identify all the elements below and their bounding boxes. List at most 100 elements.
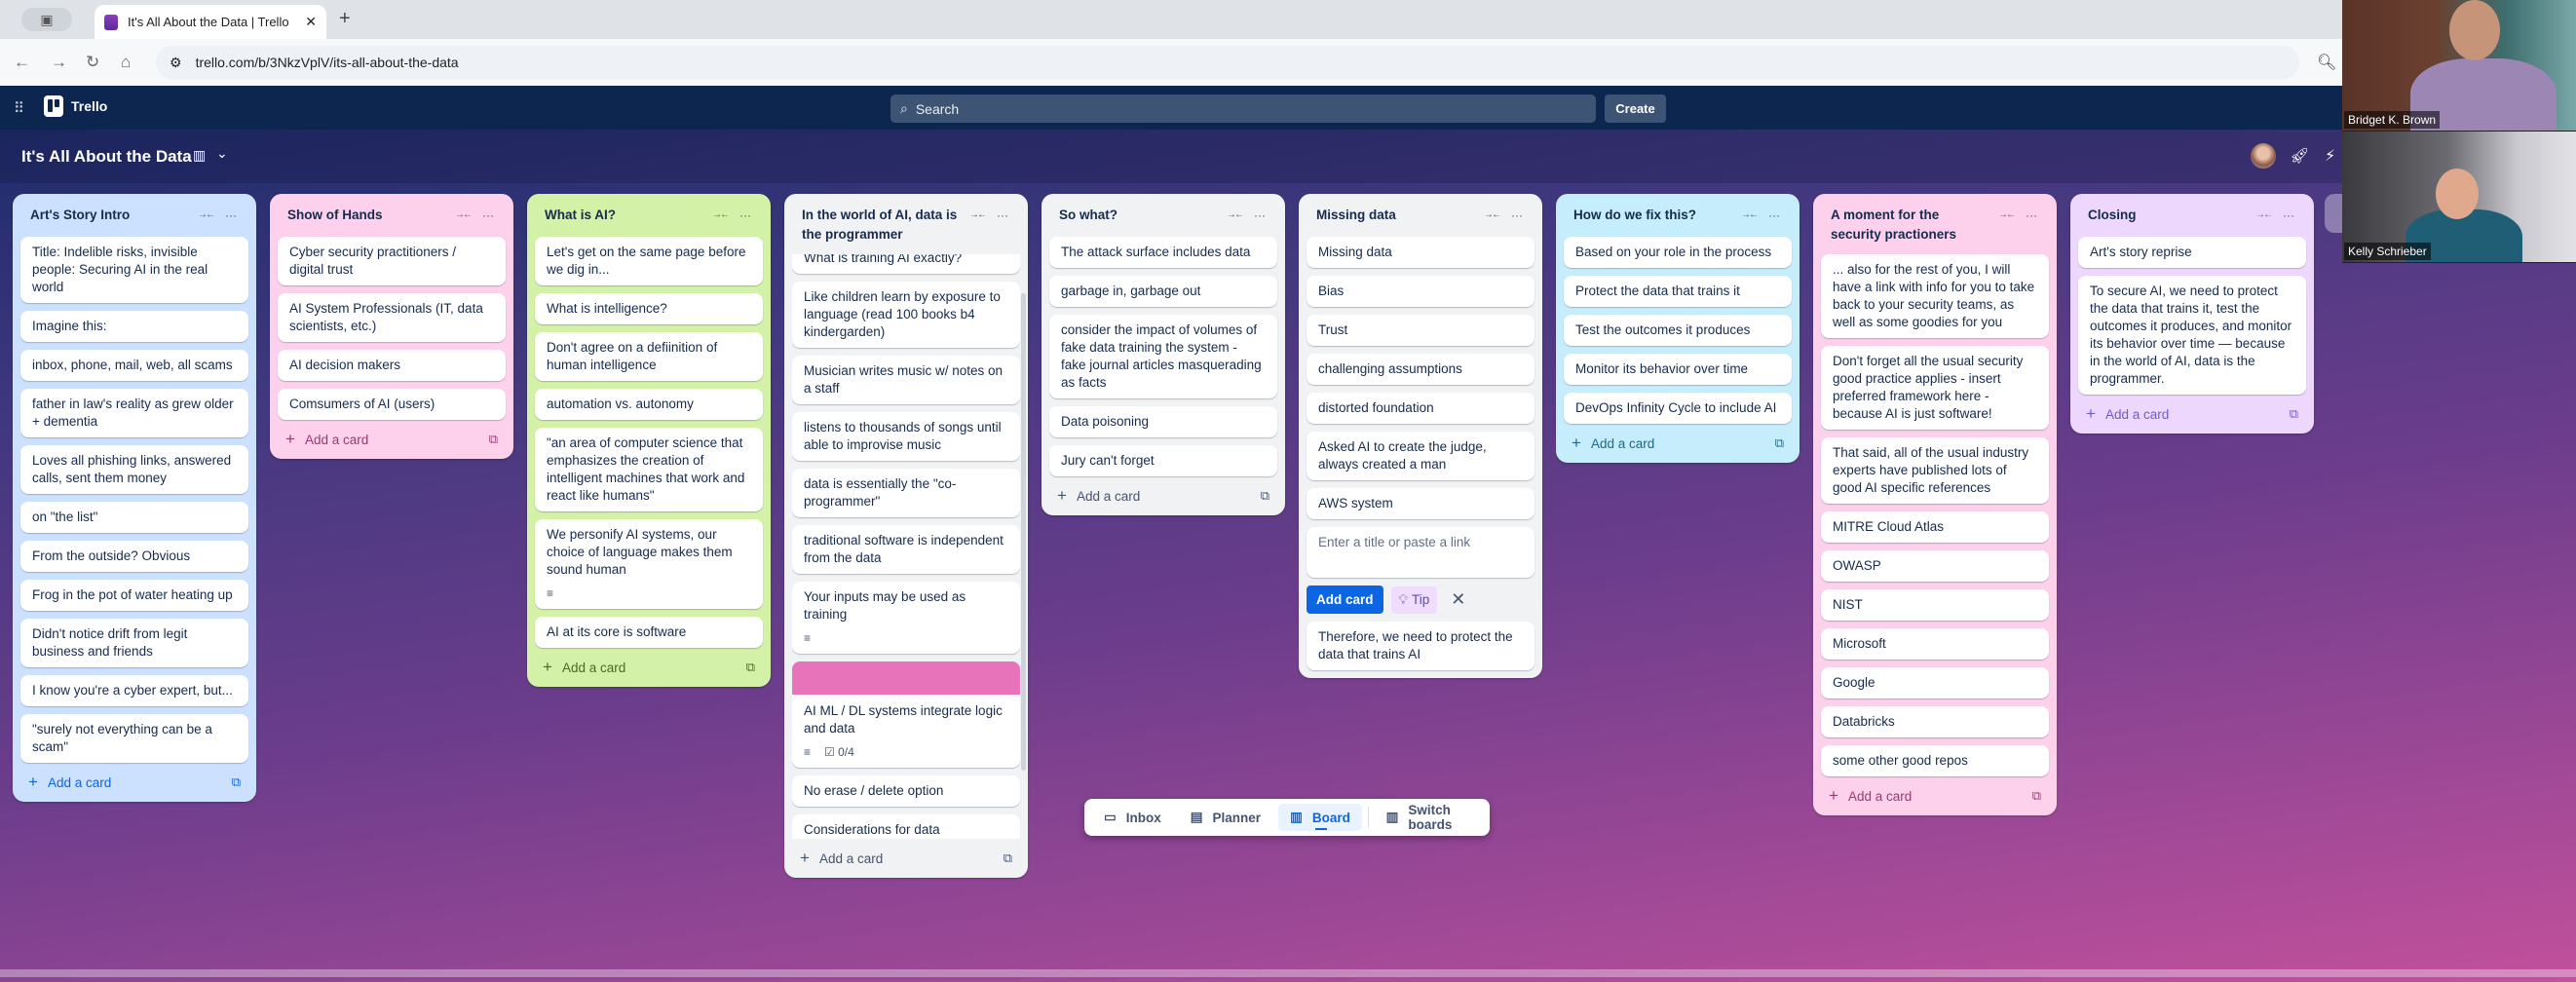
- list-title[interactable]: So what?: [1059, 206, 1219, 225]
- card[interactable]: Databricks: [1821, 706, 2049, 737]
- card[interactable]: Musician writes music w/ notes on a staf…: [792, 356, 1020, 404]
- more-options-icon[interactable]: ···: [1764, 206, 1784, 225]
- chevron-down-icon[interactable]: ⌄: [216, 145, 228, 162]
- card[interactable]: distorted foundation: [1307, 393, 1534, 424]
- card[interactable]: DevOps Infinity Cycle to include AI: [1564, 393, 1792, 424]
- board-title[interactable]: It's All About the Data: [21, 147, 192, 167]
- card[interactable]: Trust: [1307, 315, 1534, 346]
- trello-logo[interactable]: Trello: [44, 95, 107, 117]
- back-icon[interactable]: ←: [14, 53, 30, 72]
- card[interactable]: Therefore, we need to protect the data t…: [1307, 622, 1534, 670]
- forward-icon[interactable]: →: [51, 53, 67, 72]
- list-title[interactable]: Show of Hands: [287, 206, 447, 225]
- card[interactable]: Don't forget all the usual security good…: [1821, 346, 2049, 430]
- collapse-list-icon[interactable]: →←: [1225, 206, 1244, 225]
- card[interactable]: Title: Indelible risks, invisible people…: [20, 237, 248, 303]
- card[interactable]: Jury can't forget: [1049, 445, 1277, 476]
- card[interactable]: I know you're a cyber expert, but...: [20, 675, 248, 706]
- card[interactable]: Loves all phishing links, answered calls…: [20, 445, 248, 494]
- card[interactable]: garbage in, garbage out: [1049, 276, 1277, 307]
- card[interactable]: AWS system: [1307, 488, 1534, 519]
- more-options-icon[interactable]: ···: [1507, 206, 1527, 225]
- card[interactable]: AI System Professionals (IT, data scient…: [278, 293, 506, 342]
- home-icon[interactable]: ⌂: [121, 53, 131, 72]
- dock-item-board[interactable]: ▥ Board: [1278, 804, 1362, 831]
- card[interactable]: inbox, phone, mail, web, all scams: [20, 350, 248, 381]
- card-template-icon[interactable]: ⧉: [2290, 406, 2298, 422]
- list-title[interactable]: Art's Story Intro: [30, 206, 190, 225]
- dock-item-planner[interactable]: ▤ Planner: [1179, 804, 1272, 831]
- card[interactable]: Based on your role in the process: [1564, 237, 1792, 268]
- card[interactable]: Let's get on the same page before we dig…: [535, 237, 763, 285]
- more-options-icon[interactable]: ···: [2022, 206, 2041, 225]
- card[interactable]: Considerations for data: [792, 814, 1020, 839]
- board-view-icon[interactable]: ▥: [193, 147, 206, 164]
- tab-groups-button[interactable]: ▣: [21, 8, 72, 31]
- more-options-icon[interactable]: ···: [1250, 206, 1269, 225]
- card[interactable]: data is essentially the "co-programmer": [792, 469, 1020, 517]
- card[interactable]: ... also for the rest of you, I will hav…: [1821, 254, 2049, 338]
- list-title[interactable]: In the world of AI, data is the programm…: [802, 206, 962, 245]
- list-title[interactable]: A moment for the security practioners: [1831, 206, 1990, 245]
- search-input[interactable]: ⌕ Search: [890, 94, 1596, 123]
- card[interactable]: What is intelligence?: [535, 293, 763, 324]
- collapse-list-icon[interactable]: →←: [1739, 206, 1759, 225]
- avatar[interactable]: [2251, 143, 2276, 169]
- card[interactable]: consider the impact of volumes of fake d…: [1049, 315, 1277, 398]
- card[interactable]: on "the list": [20, 502, 248, 533]
- card[interactable]: Asked AI to create the judge, always cre…: [1307, 432, 1534, 480]
- card[interactable]: We personify AI systems, our choice of l…: [535, 519, 763, 609]
- card[interactable]: Your inputs may be used as training ≡: [792, 582, 1020, 654]
- card[interactable]: AI ML / DL systems integrate logic and d…: [792, 661, 1020, 768]
- card[interactable]: Missing data: [1307, 237, 1534, 268]
- card[interactable]: Cyber security practitioners / digital t…: [278, 237, 506, 285]
- card[interactable]: To secure AI, we need to protect the dat…: [2078, 276, 2306, 395]
- app-switcher-icon[interactable]: ⠿: [14, 99, 24, 117]
- card-template-icon[interactable]: ⧉: [746, 660, 755, 675]
- card[interactable]: Don't agree on a defiinition of human in…: [535, 332, 763, 381]
- more-options-icon[interactable]: ···: [2279, 206, 2298, 225]
- card[interactable]: Google: [1821, 667, 2049, 699]
- create-button[interactable]: Create: [1605, 94, 1666, 123]
- card[interactable]: Frog in the pot of water heating up: [20, 580, 248, 611]
- add-another-list-button[interactable]: [2325, 194, 2342, 233]
- card-template-icon[interactable]: ⧉: [2032, 788, 2041, 804]
- list-title[interactable]: What is AI?: [545, 206, 704, 225]
- card-template-icon[interactable]: ⧉: [1775, 435, 1784, 451]
- list-title[interactable]: Missing data: [1316, 206, 1476, 225]
- card[interactable]: That said, all of the usual industry exp…: [1821, 437, 2049, 504]
- site-settings-icon[interactable]: ⚙: [170, 55, 182, 71]
- add-card-button[interactable]: + Add a card ⧉: [1821, 776, 2049, 810]
- close-composer-icon[interactable]: ✕: [1445, 589, 1471, 610]
- collapse-list-icon[interactable]: →←: [967, 206, 987, 225]
- card[interactable]: Like children learn by exposure to langu…: [792, 282, 1020, 348]
- collapse-list-icon[interactable]: →←: [710, 206, 730, 225]
- add-card-button[interactable]: Add card: [1307, 585, 1383, 614]
- switch-boards-button[interactable]: ▥ Switch boards: [1375, 797, 1482, 838]
- dock-item-inbox[interactable]: ▭ Inbox: [1092, 804, 1173, 831]
- close-tab-icon[interactable]: ✕: [305, 14, 317, 30]
- collapse-list-icon[interactable]: →←: [1996, 206, 2016, 225]
- card[interactable]: Didn't notice drift from legit business …: [20, 619, 248, 667]
- collapse-list-icon[interactable]: →←: [2254, 206, 2273, 225]
- card[interactable]: Data poisoning: [1049, 406, 1277, 437]
- card[interactable]: Bias: [1307, 276, 1534, 307]
- card[interactable]: The attack surface includes data: [1049, 237, 1277, 268]
- tip-button[interactable]: 💡︎ Tip: [1390, 585, 1438, 614]
- automation-lightning-icon[interactable]: ⚡︎: [2325, 146, 2335, 166]
- card[interactable]: AI at its core is software: [535, 617, 763, 648]
- add-card-button[interactable]: + Add a card ⧉: [278, 420, 506, 453]
- card[interactable]: Comsumers of AI (users): [278, 389, 506, 420]
- card-template-icon[interactable]: ⧉: [1004, 850, 1012, 866]
- card[interactable]: Test the outcomes it produces: [1564, 315, 1792, 346]
- card[interactable]: Art's story reprise: [2078, 237, 2306, 268]
- card[interactable]: traditional software is independent from…: [792, 525, 1020, 574]
- power-ups-rocket-icon[interactable]: 🚀︎: [2290, 146, 2309, 166]
- list-title[interactable]: Closing: [2088, 206, 2248, 225]
- card[interactable]: father in law's reality as grew older + …: [20, 389, 248, 437]
- card[interactable]: Monitor its behavior over time: [1564, 354, 1792, 385]
- list-title[interactable]: How do we fix this?: [1573, 206, 1733, 225]
- card[interactable]: Protect the data that trains it: [1564, 276, 1792, 307]
- add-card-button[interactable]: + Add a card ⧉: [792, 839, 1020, 872]
- card[interactable]: OWASP: [1821, 550, 2049, 582]
